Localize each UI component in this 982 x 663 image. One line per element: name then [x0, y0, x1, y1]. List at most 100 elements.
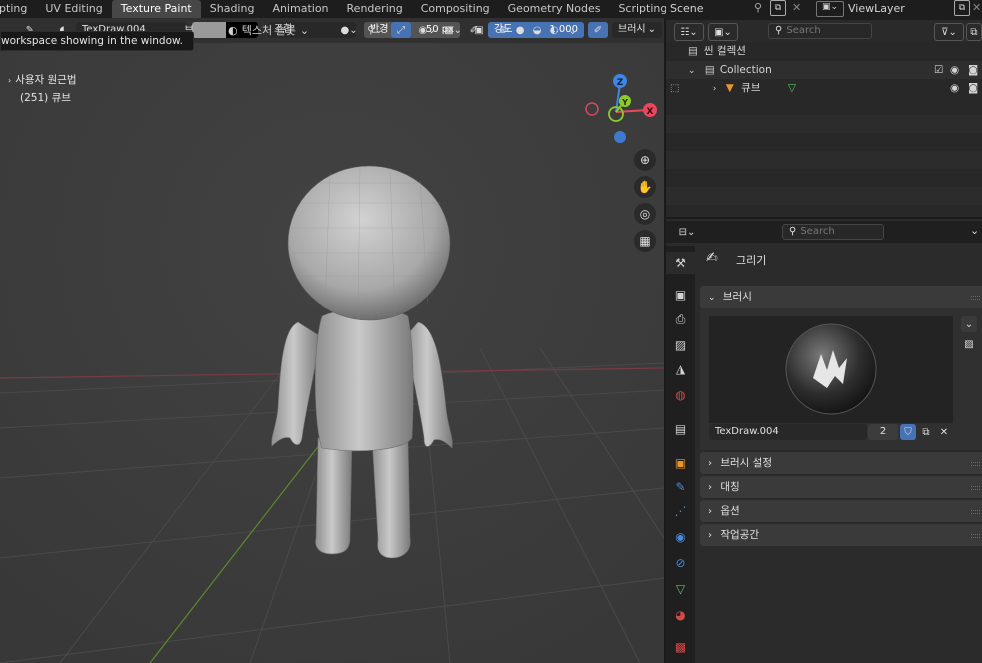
solid-shading-icon[interactable]: ● [512, 22, 529, 38]
zoom-icon[interactable]: ⊕ [634, 149, 656, 171]
render-tab-icon[interactable]: ▣ [666, 284, 695, 306]
world-tab-icon[interactable]: ◍ [666, 384, 695, 406]
falloff-icon[interactable]: ●⌄ [339, 22, 359, 38]
properties-search-input[interactable]: ⚲ Search [782, 224, 884, 240]
chevron-down-icon[interactable]: ⌄ [568, 24, 577, 37]
drag-handle-icon[interactable] [971, 462, 980, 466]
drag-handle-icon[interactable] [971, 486, 980, 490]
outliner-row-cube[interactable]: ⬚ › ▼ 큐브 ▽ ◉ ◙ [666, 79, 982, 97]
tool-tab-icon[interactable]: ⚒ [666, 252, 695, 274]
stroke-icon[interactable]: ⚲⌄ [365, 22, 385, 38]
tab-animation[interactable]: Animation [263, 0, 337, 18]
brush-thumbnail [785, 323, 877, 415]
camera-icon[interactable]: ◙ [968, 79, 978, 97]
duplicate-icon[interactable]: ⧉ [918, 424, 934, 440]
modifier-wrench-icon[interactable]: ✎ [666, 476, 695, 498]
mesh-data-tab-icon[interactable]: ▽ [666, 578, 695, 600]
tab-texture-paint[interactable]: Texture Paint [111, 0, 201, 18]
checkbox-icon[interactable]: ☑ [934, 61, 943, 79]
scene-name: Scene [670, 2, 704, 15]
gizmo-z-label: Z [617, 78, 624, 88]
3d-viewport[interactable]: › 사용자 원근법 (251) 큐브 Z X Y ⊕ ✋ ◎ ▦ [0, 18, 664, 663]
xray-icon[interactable]: ▣ [469, 22, 489, 38]
close-icon[interactable]: ✕ [792, 1, 801, 14]
search-icon: ⚲ [789, 226, 797, 237]
options-panel[interactable]: › 옵션 [700, 500, 982, 522]
view-layer-tab-icon[interactable]: ▨ [666, 334, 695, 356]
area-divider[interactable] [666, 217, 982, 219]
texture-slot-select[interactable]: ◐ 텍스처 슬롯 ⌄ [228, 22, 309, 38]
filter-icon[interactable]: ⊽⌄ [934, 23, 964, 41]
chevron-down-icon[interactable]: ⌄ [688, 66, 696, 76]
tab-scripting[interactable]: Scripting [609, 0, 666, 18]
workspace-panel[interactable]: › 작업공간 [700, 524, 982, 546]
tab-compositing[interactable]: Compositing [412, 0, 499, 18]
new-scene-icon[interactable]: ⧉ [770, 0, 786, 16]
tab-uv-editing[interactable]: UV Editing [36, 0, 111, 18]
drag-handle-icon[interactable] [971, 534, 980, 538]
view-layer-icon[interactable]: ▣⌄ [816, 1, 844, 17]
outliner-header: Scene ⚲ ⧉ ✕ ▣⌄ ViewLayer ⧉ ✕ [666, 0, 982, 20]
object-tab-icon[interactable]: ▣ [666, 452, 695, 474]
texture-tab-icon[interactable]: ▩ [666, 636, 695, 658]
material-shading-icon[interactable]: ◒ [529, 22, 545, 38]
new-collection-icon[interactable]: ⧉ [966, 23, 982, 41]
material-tab-icon[interactable]: ◕ [666, 604, 695, 626]
outliner-row-scene-collection[interactable]: ▤ 씬 컬렉션 [666, 42, 982, 60]
workspace-tab-bar: lpting UV Editing Texture Paint Shading … [0, 0, 666, 18]
drag-handle-icon[interactable] [971, 510, 980, 514]
tab-sculpting[interactable]: lpting [0, 0, 36, 18]
close-icon[interactable]: ✕ [972, 1, 981, 14]
editor-type-icon[interactable]: ⊟⌄ [674, 224, 700, 240]
symmetry-panel[interactable]: › 대칭 [700, 476, 982, 498]
drag-handle-icon[interactable] [971, 296, 980, 300]
eye-icon[interactable]: ◉ [950, 79, 959, 97]
mesh-object-icon: ▼ [725, 82, 734, 94]
brush-user-count[interactable]: 2 [868, 424, 898, 440]
overlay-toggle-icon[interactable]: ⤢ [391, 22, 412, 38]
rendered-shading-icon[interactable]: ◐ [546, 22, 562, 38]
new-view-layer-icon[interactable]: ⧉ [954, 0, 970, 16]
camera-view-icon[interactable]: ◎ [634, 203, 656, 225]
tab-geometry-nodes[interactable]: Geometry Nodes [499, 0, 610, 18]
fake-user-shield-icon[interactable]: ⛉ [900, 424, 916, 440]
brush-datablock-name[interactable]: TexDraw.004 [709, 424, 867, 440]
hand-pan-icon[interactable]: ✋ [634, 176, 656, 198]
pin-icon[interactable]: ⚲ [754, 1, 762, 14]
chevron-down-icon[interactable]: ⌄ [970, 224, 979, 237]
gizmo-toggle-icon[interactable]: ◉⌄ [417, 22, 437, 38]
brush-preview[interactable] [709, 316, 953, 423]
scene-field[interactable]: Scene [670, 2, 704, 15]
display-mode-icon[interactable]: ☷⌄ [674, 23, 704, 41]
wireframe-shading-icon[interactable]: ⊕ [495, 22, 511, 38]
tab-rendering[interactable]: Rendering [338, 0, 412, 18]
object-label: 큐브 [741, 82, 761, 94]
area-divider[interactable] [664, 18, 666, 663]
close-icon[interactable]: ✕ [936, 424, 952, 440]
brushes-panel-header[interactable]: ⌄ 브러시 [700, 286, 982, 308]
image-icon[interactable]: ▨ [961, 336, 977, 352]
mesh-data-icon[interactable]: ▽ [788, 82, 796, 94]
view-layer-name[interactable]: ViewLayer [848, 2, 905, 15]
outliner-row-collection[interactable]: ⌄ ▤ Collection ☑ ◉ ◙ [666, 61, 982, 79]
chevron-down-icon[interactable]: ⌄ [961, 316, 977, 332]
perspective-grid-icon[interactable]: ▦ [634, 230, 656, 252]
navigation-gizmo[interactable]: Z X Y [582, 74, 662, 154]
brushes-panel-label: 브러시 [722, 291, 752, 303]
physics-tab-icon[interactable]: ◉ [666, 526, 695, 548]
output-tab-icon[interactable]: ⎙ [666, 308, 695, 330]
outliner-search-input[interactable]: ⚲ Search [768, 23, 872, 39]
brush-settings-panel[interactable]: › 브러시 설정 [700, 452, 982, 474]
shading-grid-icon[interactable]: ▩⌄ [443, 22, 463, 38]
particles-tab-icon[interactable]: ⋰ [666, 500, 695, 522]
eye-icon[interactable]: ◉ [950, 61, 959, 79]
outliner-filter-type-icon[interactable]: ▣⌄ [708, 23, 738, 41]
chevron-right-icon[interactable]: › [713, 84, 717, 94]
object-info-label: (251) 큐브 [20, 92, 71, 104]
collection-tab-icon[interactable]: ▤ [666, 418, 695, 440]
camera-icon[interactable]: ◙ [968, 61, 978, 79]
tab-shading[interactable]: Shading [201, 0, 264, 18]
scene-tab-icon[interactable]: ◮ [666, 358, 695, 380]
constraints-tab-icon[interactable]: ⊘ [666, 552, 695, 574]
chevron-right-icon: › [8, 76, 12, 85]
